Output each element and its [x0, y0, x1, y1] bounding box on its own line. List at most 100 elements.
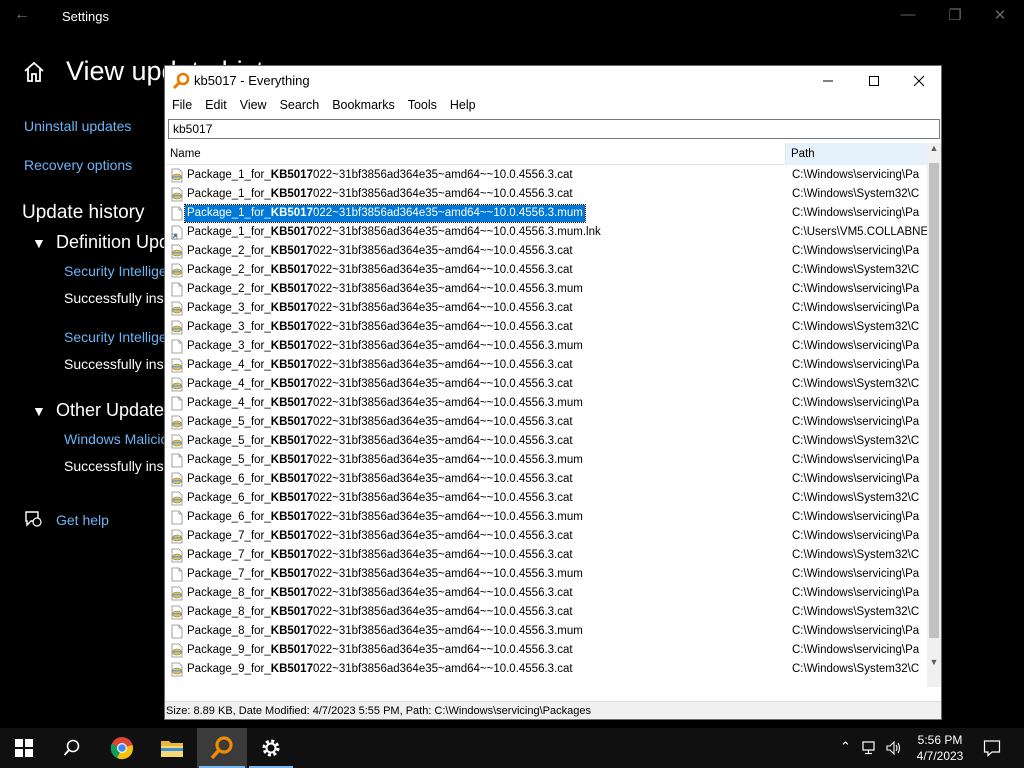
result-row[interactable]: Package_6_for_KB5017022~31bf3856ad364e35… — [166, 470, 927, 489]
vertical-scrollbar[interactable]: ▲ ▼ — [927, 143, 941, 687]
maximize-button[interactable] — [851, 66, 897, 96]
result-file-name: Package_6_for_KB5017022~31bf3856ad364e35… — [187, 511, 583, 523]
result-file-path: C:\Windows\servicing\Pa — [792, 473, 920, 485]
network-icon[interactable] — [862, 741, 878, 755]
menu-edit[interactable]: Edit — [198, 96, 233, 112]
result-row[interactable]: Package_1_for_KB5017022~31bf3856ad364e35… — [166, 223, 927, 242]
result-row[interactable]: Package_5_for_KB5017022~31bf3856ad364e35… — [166, 451, 927, 470]
menu-bookmarks[interactable]: Bookmarks — [325, 96, 401, 112]
taskbar-settings[interactable] — [247, 728, 295, 768]
result-row[interactable]: Package_4_for_KB5017022~31bf3856ad364e35… — [166, 375, 927, 394]
scroll-up-icon[interactable]: ▲ — [927, 143, 941, 159]
result-row[interactable]: Package_2_for_KB5017022~31bf3856ad364e35… — [166, 261, 927, 280]
cat-file-icon — [171, 662, 183, 677]
result-row[interactable]: Package_9_for_KB5017022~31bf3856ad364e35… — [166, 641, 927, 660]
result-file-name: Package_9_for_KB5017022~31bf3856ad364e35… — [187, 663, 573, 675]
settings-icon — [262, 739, 280, 757]
result-row[interactable]: Package_7_for_KB5017022~31bf3856ad364e35… — [166, 546, 927, 565]
result-row[interactable]: Package_6_for_KB5017022~31bf3856ad364e35… — [166, 489, 927, 508]
result-file-path: C:\Windows\servicing\Pa — [792, 625, 920, 637]
result-row[interactable]: Package_4_for_KB5017022~31bf3856ad364e35… — [166, 394, 927, 413]
result-row[interactable]: Package_8_for_KB5017022~31bf3856ad364e35… — [166, 584, 927, 603]
result-file-path: C:\Windows\servicing\Pa — [792, 340, 920, 352]
result-row[interactable]: Package_7_for_KB5017022~31bf3856ad364e35… — [166, 527, 927, 546]
other-updates-label: Other Updates — [56, 400, 174, 420]
result-file-path: C:\Windows\servicing\Pa — [792, 302, 920, 314]
search-icon — [63, 739, 80, 756]
result-row[interactable]: Package_5_for_KB5017022~31bf3856ad364e35… — [166, 432, 927, 451]
volume-icon[interactable] — [886, 741, 902, 755]
result-row[interactable]: Package_3_for_KB5017022~31bf3856ad364e35… — [166, 299, 927, 318]
taskbar-chrome[interactable] — [98, 728, 146, 768]
result-file-path: C:\Windows\System32\C — [792, 321, 920, 333]
cat-file-icon — [171, 187, 183, 202]
result-row[interactable]: Package_1_for_KB5017022~31bf3856ad364e35… — [166, 204, 927, 223]
result-row[interactable]: Package_1_for_KB5017022~31bf3856ad364e35… — [166, 166, 927, 185]
clock[interactable]: 5:56 PM 4/7/2023 — [908, 732, 972, 764]
everything-app-icon — [172, 72, 190, 90]
result-row[interactable]: Package_7_for_KB5017022~31bf3856ad364e35… — [166, 565, 927, 584]
result-rows: Package_1_for_KB5017022~31bf3856ad364e35… — [166, 166, 927, 687]
result-file-name: Package_1_for_KB5017022~31bf3856ad364e35… — [187, 188, 573, 200]
cat-file-icon — [171, 472, 183, 487]
result-file-path: C:\Windows\servicing\Pa — [792, 416, 920, 428]
back-arrow-icon[interactable]: ← — [14, 6, 30, 24]
search-input[interactable]: kb5017 — [168, 119, 940, 139]
menu-view[interactable]: View — [233, 96, 273, 112]
recovery-options-link[interactable]: Recovery options — [24, 157, 132, 173]
result-file-name: Package_5_for_KB5017022~31bf3856ad364e35… — [187, 454, 583, 466]
result-file-path: C:\Windows\servicing\Pa — [792, 397, 920, 409]
taskbar-file-explorer[interactable] — [148, 728, 196, 768]
menu-file[interactable]: File — [165, 96, 198, 112]
result-row[interactable]: Package_5_for_KB5017022~31bf3856ad364e35… — [166, 413, 927, 432]
column-header: Name Path — [166, 143, 927, 165]
blank-file-icon — [171, 567, 183, 582]
taskbar-search-button[interactable] — [48, 728, 96, 768]
column-name-header[interactable]: Name — [170, 148, 201, 160]
result-row[interactable]: Package_4_for_KB5017022~31bf3856ad364e35… — [166, 356, 927, 375]
result-row[interactable]: Package_3_for_KB5017022~31bf3856ad364e35… — [166, 337, 927, 356]
close-button[interactable] — [896, 66, 942, 96]
result-file-name: Package_1_for_KB5017022~31bf3856ad364e35… — [187, 226, 601, 238]
result-row[interactable]: Package_2_for_KB5017022~31bf3856ad364e35… — [166, 280, 927, 299]
result-file-name: Package_8_for_KB5017022~31bf3856ad364e35… — [187, 625, 583, 637]
home-icon[interactable] — [22, 60, 46, 84]
help-chat-icon[interactable] — [23, 510, 43, 528]
other-updates-group[interactable]: ▼ Other Updates — [32, 400, 173, 421]
uninstall-updates-link[interactable]: Uninstall updates — [24, 118, 131, 134]
result-row[interactable]: Package_1_for_KB5017022~31bf3856ad364e35… — [166, 185, 927, 204]
menu-tools[interactable]: Tools — [401, 96, 443, 112]
result-file-name: Package_8_for_KB5017022~31bf3856ad364e35… — [187, 606, 573, 618]
vertical-scroll-thumb[interactable] — [929, 163, 939, 638]
result-row[interactable]: Package_8_for_KB5017022~31bf3856ad364e35… — [166, 603, 927, 622]
result-row[interactable]: Package_3_for_KB5017022~31bf3856ad364e35… — [166, 318, 927, 337]
menu-help[interactable]: Help — [443, 96, 482, 112]
everything-titlebar[interactable]: kb5017 - Everything — [165, 66, 941, 96]
column-path-header[interactable]: Path — [785, 143, 927, 165]
result-row[interactable]: Package_2_for_KB5017022~31bf3856ad364e35… — [166, 242, 927, 261]
results-list: Name Path Package_1_for_KB5017022~31bf38… — [166, 143, 941, 699]
result-file-path: C:\Windows\servicing\Pa — [792, 568, 920, 580]
result-row[interactable]: Package_9_for_KB5017022~31bf3856ad364e35… — [166, 660, 927, 679]
restore-icon[interactable]: ❐ — [943, 6, 967, 24]
result-file-name: Package_2_for_KB5017022~31bf3856ad364e35… — [187, 245, 573, 257]
get-help-link[interactable]: Get help — [56, 512, 109, 528]
notifications-icon[interactable] — [983, 739, 1001, 757]
minimize-button[interactable] — [805, 66, 851, 96]
start-button[interactable] — [0, 728, 48, 768]
result-file-path: C:\Windows\servicing\Pa — [792, 169, 920, 181]
result-row[interactable]: Package_8_for_KB5017022~31bf3856ad364e35… — [166, 622, 927, 641]
result-file-path: C:\Windows\System32\C — [792, 378, 920, 390]
scroll-down-icon[interactable]: ▼ — [927, 657, 941, 673]
taskbar-everything[interactable] — [197, 728, 247, 768]
menu-search[interactable]: Search — [273, 96, 326, 112]
result-file-name: Package_3_for_KB5017022~31bf3856ad364e35… — [187, 321, 573, 333]
result-file-path: C:\Windows\System32\C — [792, 492, 920, 504]
close-icon[interactable]: ✕ — [988, 6, 1012, 24]
result-row[interactable]: Package_6_for_KB5017022~31bf3856ad364e35… — [166, 508, 927, 527]
result-file-path: C:\Windows\System32\C — [792, 264, 920, 276]
cat-file-icon — [171, 548, 183, 563]
result-file-name: Package_7_for_KB5017022~31bf3856ad364e35… — [187, 549, 573, 561]
show-hidden-icons-icon[interactable]: ⌃ — [840, 739, 851, 755]
minimize-icon[interactable]: — — [896, 6, 920, 23]
